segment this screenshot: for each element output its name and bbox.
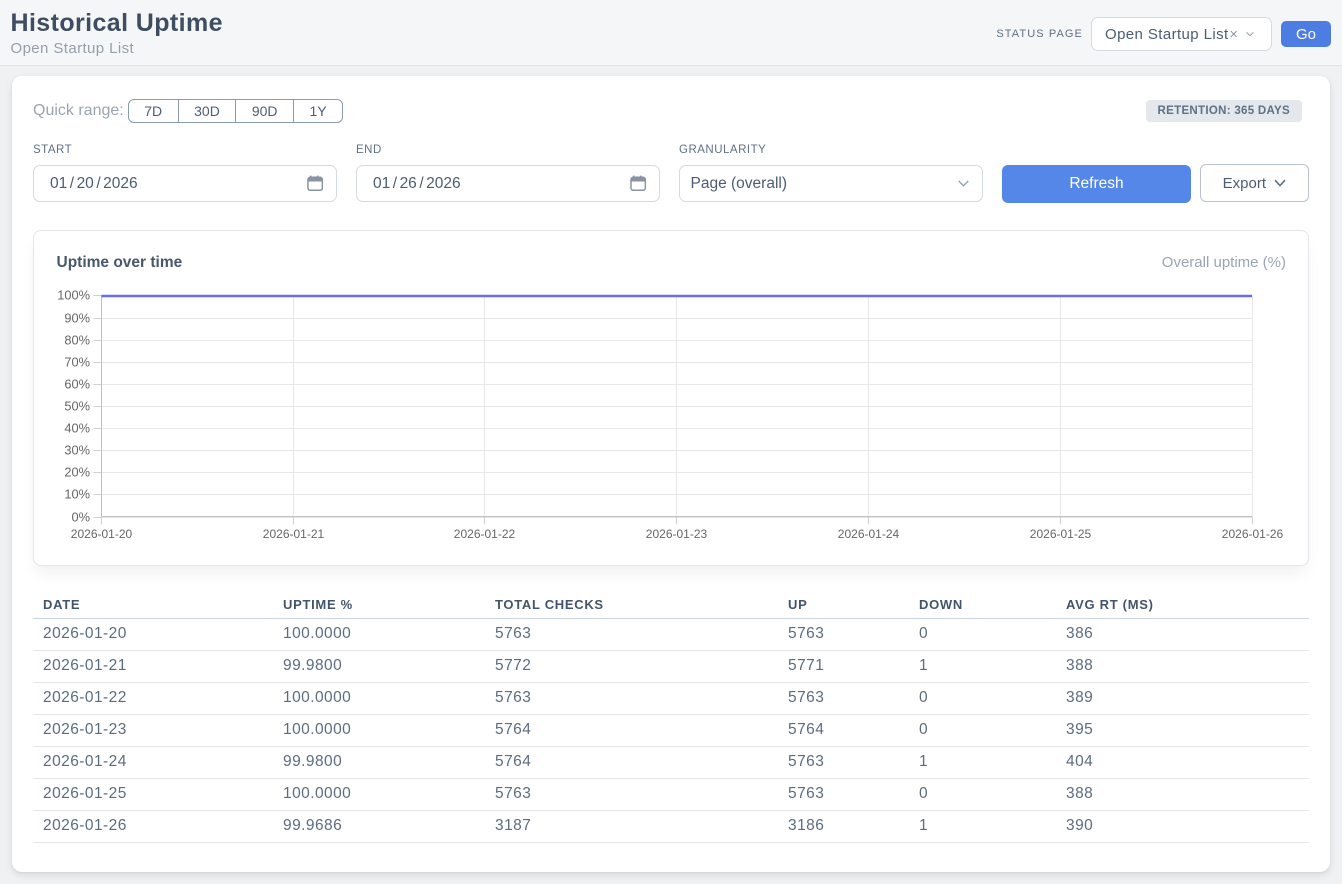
svg-text:20%: 20% bbox=[64, 465, 90, 480]
svg-text:40%: 40% bbox=[64, 421, 90, 436]
svg-text:2026-01-24: 2026-01-24 bbox=[838, 527, 900, 541]
svg-text:70%: 70% bbox=[64, 355, 90, 370]
svg-text:10%: 10% bbox=[64, 487, 90, 502]
svg-text:50%: 50% bbox=[64, 399, 90, 414]
svg-text:80%: 80% bbox=[64, 333, 90, 348]
svg-text:2026-01-20: 2026-01-20 bbox=[71, 527, 133, 541]
svg-text:90%: 90% bbox=[64, 311, 90, 326]
svg-text:100%: 100% bbox=[58, 288, 90, 303]
svg-text:30%: 30% bbox=[64, 443, 90, 458]
svg-text:60%: 60% bbox=[64, 377, 90, 392]
svg-text:2026-01-26: 2026-01-26 bbox=[1222, 527, 1284, 541]
svg-text:0%: 0% bbox=[72, 510, 91, 525]
svg-text:2026-01-23: 2026-01-23 bbox=[646, 527, 708, 541]
svg-text:2026-01-21: 2026-01-21 bbox=[263, 527, 325, 541]
svg-text:2026-01-22: 2026-01-22 bbox=[454, 527, 516, 541]
svg-text:2026-01-25: 2026-01-25 bbox=[1030, 527, 1092, 541]
